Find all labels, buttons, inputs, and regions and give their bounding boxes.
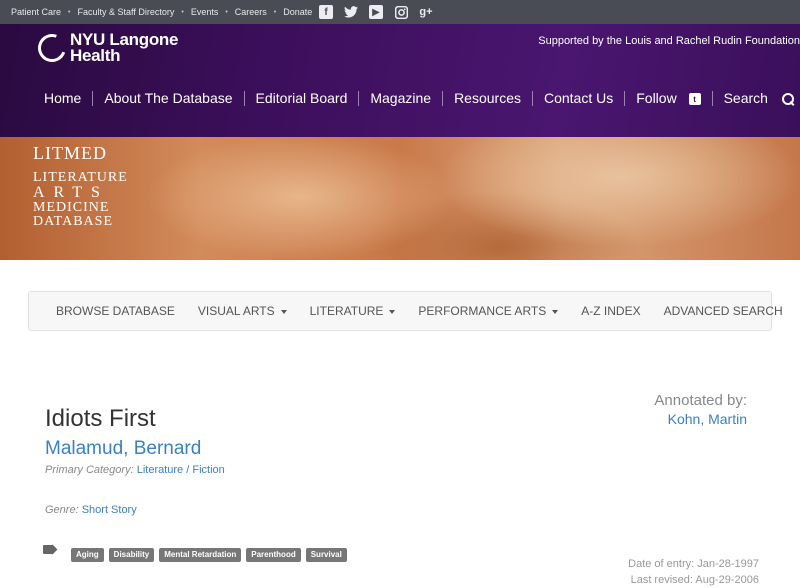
nav-search-label: Search [723, 90, 768, 106]
page-title: Idiots First [45, 405, 156, 432]
nav-home[interactable]: Home [44, 90, 81, 106]
main-nav: Home About The Database Editorial Board … [44, 90, 794, 106]
nav-follow-label: Follow [636, 90, 677, 106]
chevron-down-icon [389, 309, 396, 314]
tag-mental-retardation[interactable]: Mental Retardation [159, 548, 242, 562]
utility-bar: Patient Care • Faculty & Staff Directory… [0, 0, 800, 24]
instagram-icon[interactable] [394, 5, 408, 19]
logo-mark-icon [33, 29, 71, 67]
logo-text: NYU Langone Health [70, 31, 178, 65]
utility-link-events[interactable]: Events [191, 7, 219, 17]
social-icons: f ▶ g+ [319, 3, 444, 21]
litmed-arts: ARTS [33, 184, 109, 201]
twitter-icon[interactable] [344, 5, 358, 19]
database-nav: BROWSE DATABASE VISUAL ARTS LITERATURE P… [28, 291, 783, 331]
subnav-az-index[interactable]: A-Z INDEX [581, 304, 640, 318]
nav-editorial-board[interactable]: Editorial Board [256, 90, 348, 106]
nav-follow[interactable]: Follow t [636, 90, 701, 106]
search-icon [781, 93, 794, 106]
litmed-database: DATABASE [33, 214, 113, 229]
tag-survival[interactable]: Survival [305, 548, 347, 562]
nav-about[interactable]: About The Database [104, 90, 232, 106]
genre-link[interactable]: Short Story [82, 504, 137, 516]
nav-resources[interactable]: Resources [454, 90, 521, 106]
tag-parenthood[interactable]: Parenthood [246, 548, 301, 562]
litmed-medicine: MEDICINE [33, 200, 110, 215]
google-plus-icon[interactable]: g+ [419, 5, 433, 19]
supported-by-text: Supported by the Louis and Rachel Rudin … [538, 35, 800, 47]
annotator-link[interactable]: Kohn, Martin [668, 411, 747, 427]
facebook-icon[interactable]: f [319, 5, 333, 19]
subnav-performance-arts[interactable]: PERFORMANCE ARTS [418, 304, 559, 318]
nav-separator [358, 90, 360, 106]
nav-separator [442, 90, 444, 106]
twitter-follow-icon: t [688, 93, 701, 106]
utility-link-patient-care[interactable]: Patient Care [11, 7, 61, 17]
utility-link-careers[interactable]: Careers [235, 7, 267, 17]
litmed-title: LITMED [33, 143, 107, 163]
subnav-browse-database[interactable]: BROWSE DATABASE [56, 304, 175, 318]
primary-category-label: Primary Category: [45, 464, 134, 476]
nav-separator [531, 90, 533, 106]
nav-magazine[interactable]: Magazine [370, 90, 431, 106]
subnav-literature-label: LITERATURE [309, 304, 384, 318]
utility-link-donate[interactable]: Donate [283, 7, 312, 17]
nav-separator [624, 90, 626, 106]
nav-separator [711, 90, 713, 106]
chevron-down-icon [552, 309, 559, 314]
subnav-advanced-search[interactable]: ADVANCED SEARCH [664, 304, 783, 318]
primary-category: Primary Category: Literature / Fiction [45, 464, 225, 476]
date-of-entry: Date of entry: Jan-28-1997 [628, 558, 759, 570]
litmed-literature: LITERATURE [33, 170, 128, 185]
keyword-tags: Aging Disability Mental Retardation Pare… [71, 548, 361, 565]
subnav-performance-arts-label: PERFORMANCE ARTS [418, 304, 547, 318]
utility-separator: • [225, 8, 228, 16]
logo-line-2: Health [70, 46, 121, 65]
category-fiction-link[interactable]: Fiction [192, 464, 224, 476]
category-separator: / [183, 464, 193, 476]
subnav-literature[interactable]: LITERATURE [310, 304, 396, 318]
subnav-visual-arts[interactable]: VISUAL ARTS [198, 304, 287, 318]
nav-separator [243, 90, 245, 106]
nyu-langone-logo[interactable]: NYU Langone Health [33, 29, 178, 67]
tags-icon [43, 545, 59, 556]
annotated-by-label: Annotated by: [654, 392, 747, 409]
genre: Genre: Short Story [45, 504, 137, 516]
utility-links: Patient Care • Faculty & Staff Directory… [11, 0, 312, 24]
utility-separator: • [68, 8, 71, 16]
nav-separator [92, 90, 94, 106]
subnav-visual-arts-label: VISUAL ARTS [197, 304, 275, 318]
category-literature-link[interactable]: Literature [137, 464, 183, 476]
utility-link-directory[interactable]: Faculty & Staff Directory [77, 7, 174, 17]
tag-disability[interactable]: Disability [108, 548, 155, 562]
chevron-down-icon [280, 309, 287, 314]
last-revised: Last revised: Aug-29-2006 [630, 574, 759, 586]
nav-search[interactable]: Search [724, 90, 794, 106]
genre-label: Genre: [45, 504, 79, 516]
litmed-wordmark[interactable]: LITMED LITERATURE ARTS MEDICINE DATABASE [33, 143, 128, 229]
utility-separator: • [273, 8, 277, 16]
site-header: NYU Langone Health Supported by the Loui… [0, 24, 800, 137]
litmed-banner: LITMED LITERATURE ARTS MEDICINE DATABASE [0, 137, 800, 260]
tag-aging[interactable]: Aging [71, 548, 104, 562]
nav-contact-us[interactable]: Contact Us [544, 90, 613, 106]
entry-dates: Date of entry: Jan-28-1997 Last revised:… [628, 556, 759, 588]
author-link[interactable]: Malamud, Bernard [45, 438, 201, 460]
youtube-icon[interactable]: ▶ [369, 5, 383, 19]
utility-separator: • [181, 8, 184, 16]
